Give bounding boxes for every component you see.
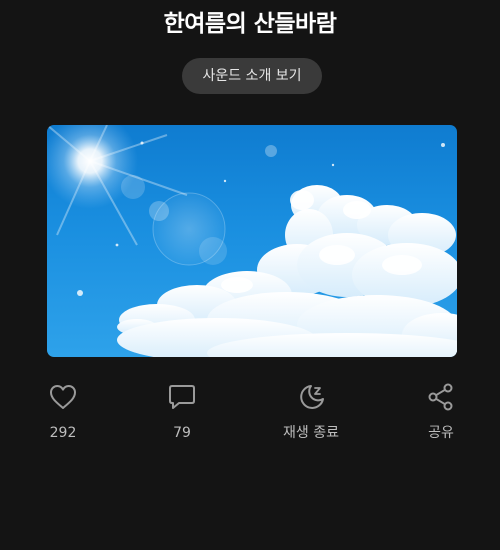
like-button[interactable]: 292 [18, 380, 108, 450]
heart-icon [48, 382, 78, 412]
sound-title: 한여름의 산들바람 [163, 11, 337, 37]
comment-count: 79 [173, 425, 191, 441]
sound-intro-button[interactable]: 사운드 소개 보기 [182, 58, 322, 94]
share-button[interactable]: 공유 [396, 380, 486, 450]
sleep-timer-button[interactable]: 재생 종료 [266, 380, 356, 450]
comment-icon [167, 382, 197, 412]
comment-button[interactable]: 79 [137, 380, 227, 450]
moon-sleep-icon [296, 382, 326, 412]
sleep-timer-label: 재생 종료 [283, 425, 339, 441]
like-count: 292 [49, 425, 77, 441]
sky-cloud-illustration [47, 125, 457, 357]
sound-cover-image [47, 125, 457, 357]
share-label: 공유 [428, 425, 454, 441]
share-icon [426, 382, 456, 412]
